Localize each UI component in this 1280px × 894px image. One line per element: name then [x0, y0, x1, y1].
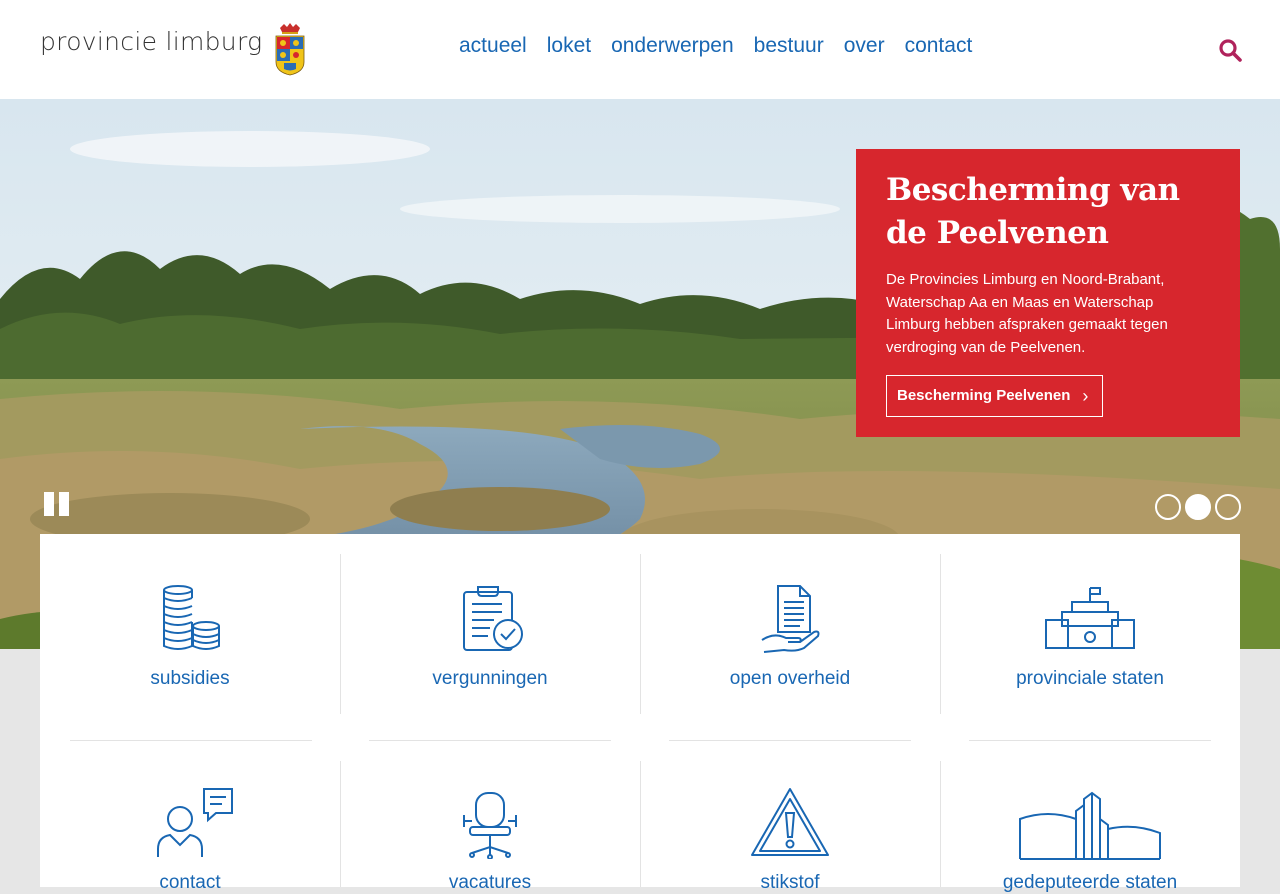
tile-gedeputeerde-staten[interactable]: gedeputeerde staten [940, 761, 1240, 893]
nav-loket[interactable]: loket [547, 30, 591, 62]
promo-button-label: Bescherming Peelvenen [897, 387, 1071, 404]
nav-bestuur[interactable]: bestuur [754, 30, 824, 62]
tile-label: vergunningen [432, 668, 548, 689]
warning-icon [751, 788, 829, 856]
quick-links: subsidies vergunningen open overheid pro… [40, 534, 1240, 893]
promo-text: De Provincies Limburg en Noord-Brabant, … [886, 271, 1168, 356]
clipboard-check-icon [463, 586, 523, 651]
slide-indicators [1155, 494, 1245, 520]
coins-icon [163, 585, 220, 650]
tile-label: open overheid [729, 668, 851, 689]
coat-of-arms-icon [275, 23, 305, 76]
chevron-right-icon: › [1082, 386, 1089, 406]
tile-label: contact [159, 872, 221, 893]
promo-title: Bescherming van de Peelvenen [886, 172, 1180, 251]
tile-subsidies[interactable]: subsidies [40, 534, 340, 740]
tile-vacatures[interactable]: vacatures [340, 761, 640, 893]
tile-label: stikstof [760, 872, 820, 893]
search-icon[interactable] [1218, 38, 1242, 62]
logo-text: provincie limburg [40, 27, 263, 56]
nav-over[interactable]: over [844, 30, 885, 62]
buildings-icon [1019, 791, 1161, 860]
tile-label: vacatures [448, 872, 532, 893]
tile-contact[interactable]: contact [40, 761, 340, 893]
tile-vergunningen[interactable]: vergunningen [340, 534, 640, 740]
tile-label: provinciale staten [1016, 668, 1164, 689]
person-speech-icon [157, 788, 233, 857]
pause-button[interactable] [44, 492, 70, 516]
tile-stikstof[interactable]: stikstof [640, 761, 940, 893]
promo-card: Bescherming van de Peelvenen De Provinci… [856, 149, 1240, 437]
tile-label: subsidies [150, 668, 230, 689]
nav-actueel[interactable]: actueel [459, 30, 527, 62]
nav-contact[interactable]: contact [905, 30, 973, 62]
office-chair-icon [463, 792, 517, 859]
government-building-icon [1045, 587, 1135, 649]
promo-button[interactable]: Bescherming Peelvenen › [886, 375, 1104, 417]
main-nav: actueel loket onderwerpen bestuur over c… [449, 30, 982, 62]
document-hand-icon [761, 585, 820, 653]
pause-icon [44, 492, 54, 516]
tile-provinciale-staten[interactable]: provinciale staten [940, 534, 1240, 740]
tile-label: gedeputeerde staten [1002, 872, 1178, 893]
nav-onderwerpen[interactable]: onderwerpen [611, 30, 734, 62]
slide-dot-1[interactable] [1155, 494, 1181, 520]
site-header: provincie limburg actueel loket onderwer… [0, 0, 1280, 99]
slide-dot-2[interactable] [1185, 494, 1211, 520]
site-logo[interactable]: provincie limburg [40, 22, 305, 76]
tile-open-overheid[interactable]: open overheid [640, 534, 940, 740]
slide-dot-3[interactable] [1215, 494, 1241, 520]
